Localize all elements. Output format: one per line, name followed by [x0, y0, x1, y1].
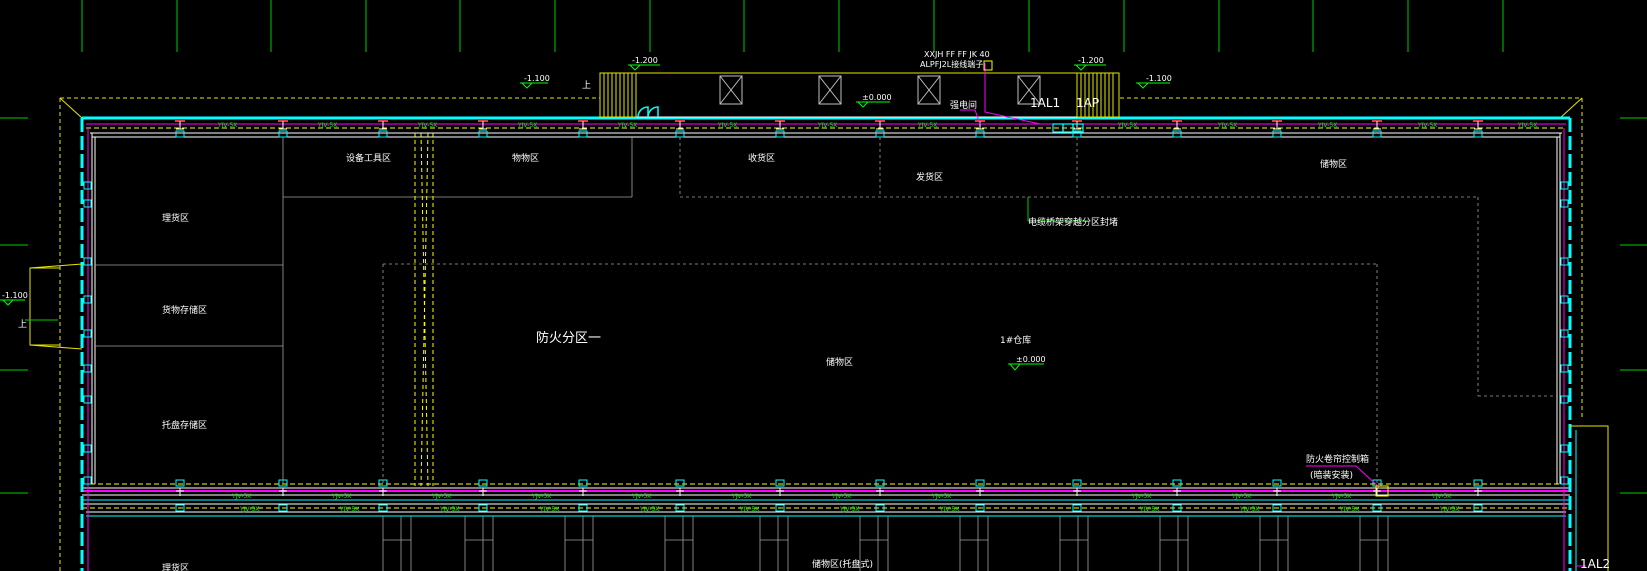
wall-tag-bottom-b: YJV-5X [1139, 506, 1159, 513]
left-entrance-block [25, 263, 83, 350]
area-center-label: 储物区 [826, 356, 853, 368]
wall-tag-bottom-a: YJV-5X [531, 493, 551, 500]
wall-tag-bottom-a: YJV-5X [1131, 493, 1151, 500]
area-left-1-label: 理货区 [162, 212, 189, 224]
wall-tag-top: YJV-5X [1217, 122, 1237, 129]
top-entrance-block [599, 72, 1120, 118]
wall-tag-top: YJV-5X [1117, 122, 1137, 129]
wall-tag-top: YJV-5X [217, 122, 237, 129]
wall-tag-top: YJV-5X [1417, 122, 1437, 129]
wall-tag-bottom-b: YJV-5X [739, 506, 759, 513]
wall-tag-bottom-a: YJV-5X [431, 493, 451, 500]
wall-tag-bottom-b: YJV-5X [439, 506, 459, 513]
level-top-left-near: -1.200 [632, 56, 658, 65]
panel-1al2-label: 1AL2 [1580, 557, 1610, 571]
wall-tag-bottom-a: YJV-5X [1231, 493, 1251, 500]
wall-tag-bottom-a: YJV-5X [1331, 493, 1351, 500]
fire-cabinet-label-2: (暗装安装) [1310, 469, 1353, 481]
wall-tag-top: YJV-5X [317, 122, 337, 129]
cad-drawing-canvas: YJV-5X YJV-5X YJV-5X YJV-5X YJV-5X YJV-5X YJV-… [0, 0, 1647, 571]
fire-cabinet-label-1: 防火卷帘控制箱 [1306, 453, 1369, 465]
wall-tag-bottom-b: YJV-5X [1439, 506, 1459, 513]
stair-up-top-label: 上 [582, 80, 591, 91]
fire-zone-label: 防火分区一 [536, 330, 601, 346]
level-top-right-far: -1.100 [1146, 74, 1172, 83]
wall-tag-bottom-b: YJV-5X [239, 506, 259, 513]
area-left-2-label: 货物存储区 [162, 304, 207, 316]
right-annex-block [1570, 425, 1609, 571]
area-bottom-center-label: 储物区(托盘式) [812, 558, 873, 570]
area-left-3-label: 托盘存储区 [162, 419, 207, 431]
wall-tag-top: YJV-5X [417, 122, 437, 129]
bottom-room-grid [382, 516, 1389, 571]
column-markers [175, 120, 1483, 512]
level-center: ±0.000 [1016, 355, 1046, 364]
wall-tag-bottom-a: YJV-5X [731, 493, 751, 500]
wall-tag-bottom-a: YJV-5X [631, 493, 651, 500]
wall-tag-top: YJV-5X [817, 122, 837, 129]
wall-tag-top: YJV-5X [1517, 122, 1537, 129]
wall-tag-bottom-a: YJV-5X [331, 493, 351, 500]
wall-tag-top: YJV-5X [617, 122, 637, 129]
area-top-right-label: 储物区 [1320, 158, 1347, 170]
wall-tag-bottom-a: YJV-5X [231, 493, 251, 500]
wall-tag-bottom-b: YJV-5X [939, 506, 959, 513]
area-top-2-label: 物物区 [512, 152, 539, 164]
wall-tag-bottom-a: YJV-5X [831, 493, 851, 500]
wall-tag-top: YJV-5X [917, 122, 937, 129]
floor-plan-svg: YJV-5X YJV-5X YJV-5X YJV-5X YJV-5X YJV-5X YJV-… [0, 0, 1647, 571]
area-center-right-label: 1#仓库 [1000, 334, 1031, 346]
wall-tag-bottom-b: YJV-5X [339, 506, 359, 513]
level-top-left-far: -1.100 [524, 74, 550, 83]
axis-grid-lines [0, 0, 1647, 494]
wall-tag-bottom-b: YJV-5X [1239, 506, 1259, 513]
wall-tag-bottom-b: YJV-5X [539, 506, 559, 513]
top-panel-note-1: XXJH FF FF JK 40 [924, 50, 990, 59]
exterior-walls [80, 116, 1572, 571]
wall-tag-bottom-b: YJV-5X [1339, 506, 1359, 513]
wall-tag-top: YJV-5X [717, 122, 737, 129]
top-power-label: 强电间 [950, 99, 977, 111]
area-top-3-label: 收货区 [748, 152, 775, 164]
top-panel-note-2: ALPFJ2L接线端子 [920, 59, 983, 69]
area-top-4-label: 发货区 [916, 171, 943, 183]
level-top-center: ±0.000 [862, 93, 892, 102]
stair-up-left-label: 上 [18, 319, 27, 330]
wall-tag-bottom-a: YJV-5X [1431, 493, 1451, 500]
panel-1ap-label: 1AP [1076, 96, 1099, 110]
vertical-shaft [414, 132, 434, 487]
dashed-zone-boundaries [382, 137, 1557, 484]
level-left-side: -1.100 [2, 291, 28, 300]
wall-tag-top: YJV-5X [517, 122, 537, 129]
area-bottom-left-label: 理货区 [162, 562, 189, 571]
level-top-right-near: -1.200 [1078, 56, 1104, 65]
wall-tag-bottom-b: YJV-5X [639, 506, 659, 513]
area-top-left-label: 设备工具区 [346, 152, 391, 164]
wall-tag-top: YJV-5X [1317, 122, 1337, 129]
wall-tag-bottom-a: YJV-5X [931, 493, 951, 500]
cable-note-label: 电缆桥架穿越分区封堵 [1028, 216, 1118, 228]
panel-1al1-label: 1AL1 [1030, 96, 1060, 110]
wall-tag-bottom-b: YJV-5X [839, 506, 859, 513]
